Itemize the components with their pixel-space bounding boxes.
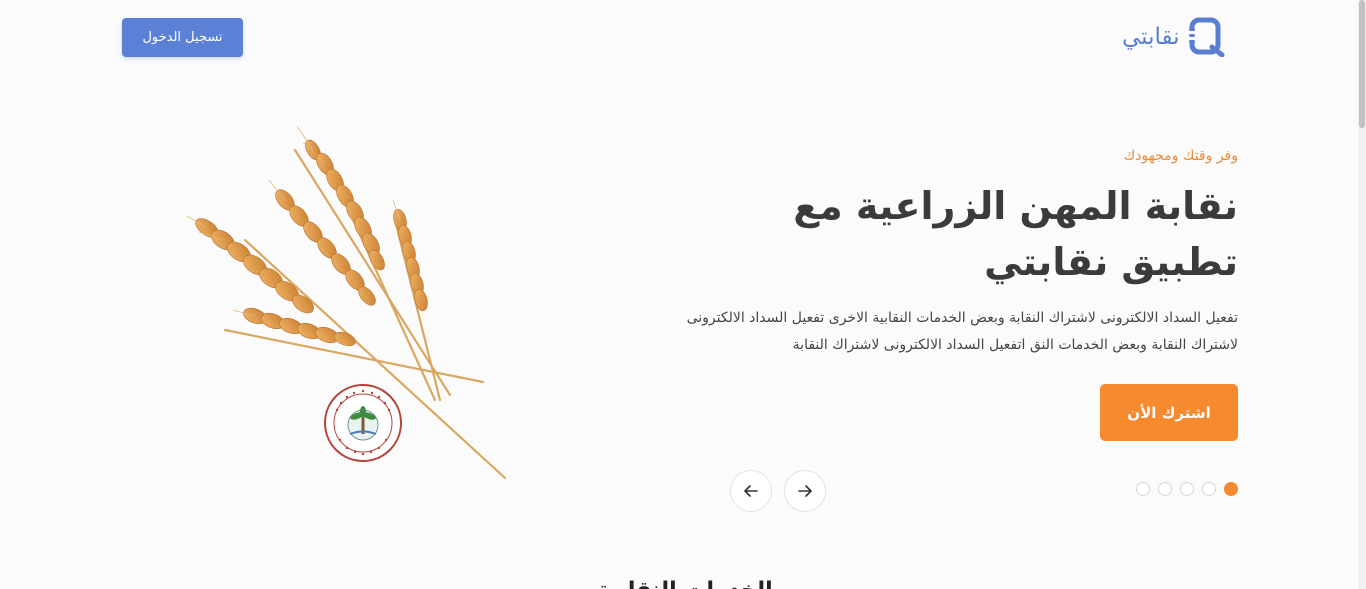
slider-dots — [1136, 482, 1238, 496]
slider-dot[interactable] — [1158, 482, 1172, 496]
slider-dot[interactable] — [1202, 482, 1216, 496]
page-scrollbar[interactable] — [1358, 0, 1366, 589]
section-heading: الخدمات النقابية — [560, 578, 810, 589]
logo-q-icon — [1187, 17, 1225, 57]
logo[interactable]: نقابتي — [1122, 14, 1242, 60]
syndicate-seal — [324, 384, 402, 462]
slider-dot[interactable] — [1180, 482, 1194, 496]
slider-dot[interactable] — [1136, 482, 1150, 496]
logo-text: نقابتي — [1122, 24, 1180, 50]
login-button[interactable]: تسجيل الدخول — [122, 18, 243, 57]
slider-dot-active[interactable] — [1224, 482, 1238, 496]
wheat-illustration — [186, 125, 507, 480]
arrow-left-icon — [744, 485, 758, 497]
slider-next-button[interactable] — [784, 470, 826, 512]
hero-description: تفعيل السداد الالكترونى لاشتراك النقابة … — [686, 310, 1238, 353]
hero-tagline: وفر وقتك ومجهودك — [1123, 148, 1238, 164]
hero-title: نقابة المهن الزراعية مع تطبيق نقابتي — [793, 184, 1238, 284]
subscribe-now-button[interactable]: اشترك الأن — [1100, 384, 1238, 441]
slider-prev-button[interactable] — [730, 470, 772, 512]
scrollbar-thumb[interactable] — [1359, 0, 1365, 128]
arrow-right-icon — [798, 485, 812, 497]
